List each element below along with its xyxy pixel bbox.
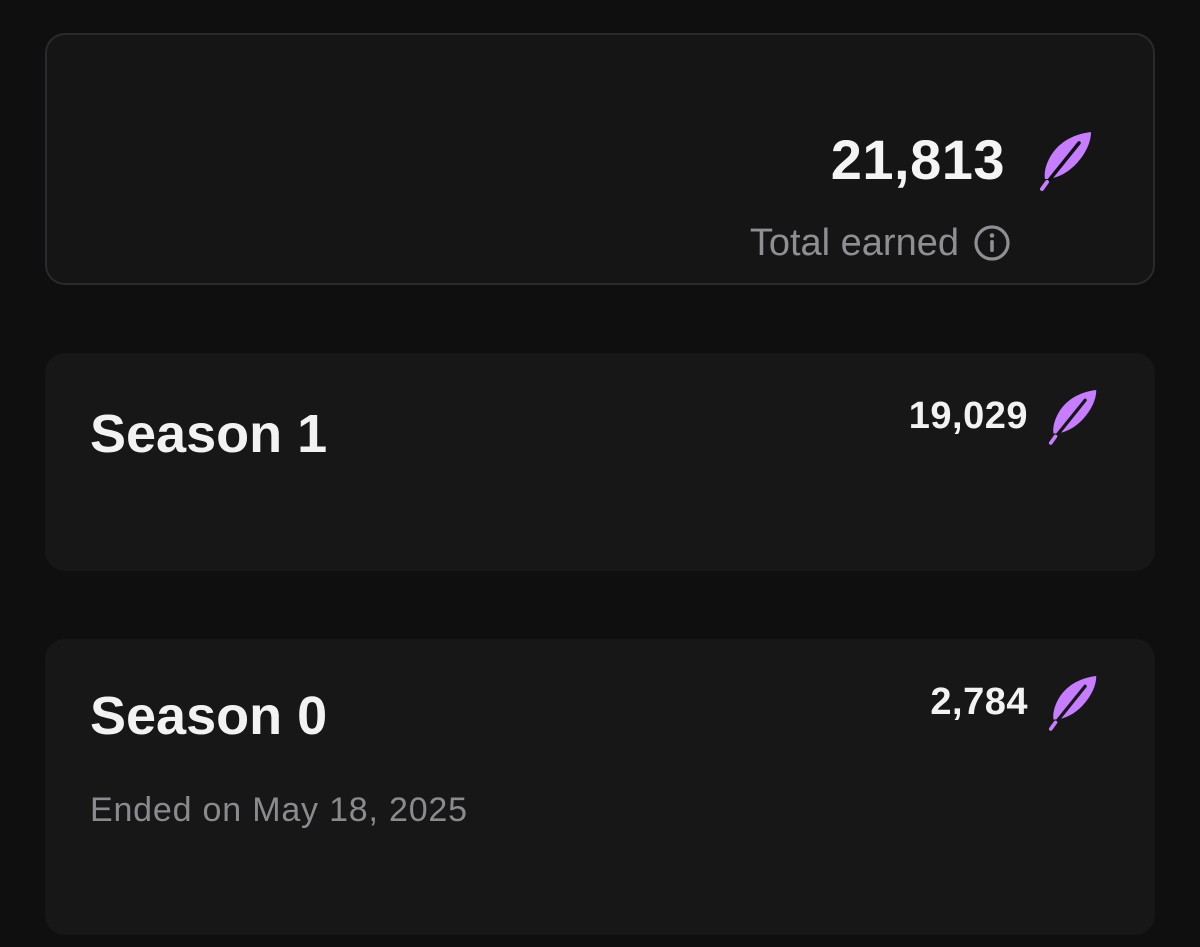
total-earned-label: Total earned [749, 222, 959, 264]
feather-icon [1048, 673, 1100, 731]
total-earned-value: 21,813 [830, 128, 1005, 191]
season-ended-date: Ended on May 18, 2025 [90, 791, 468, 829]
total-earned-label-row: Total earned [750, 224, 1011, 262]
season-title: Season 0 [90, 686, 328, 746]
season-card-season-0[interactable]: Season 0 2,784 Ended on May 18, 2025 [45, 639, 1155, 935]
info-icon[interactable] [973, 224, 1011, 262]
season-points-value: 2,784 [930, 681, 1028, 723]
season-title: Season 1 [90, 404, 328, 464]
feather-icon [1039, 129, 1095, 191]
season-points-value: 19,029 [908, 395, 1028, 437]
feather-icon [1048, 387, 1100, 445]
total-earned-card: 21,813 Total earned [45, 33, 1155, 285]
total-earned-row: 21,813 [831, 129, 1095, 191]
season-card-season-1[interactable]: Season 1 19,029 [45, 353, 1155, 571]
season-points: 2,784 [930, 673, 1100, 731]
season-points: 19,029 [909, 387, 1100, 445]
